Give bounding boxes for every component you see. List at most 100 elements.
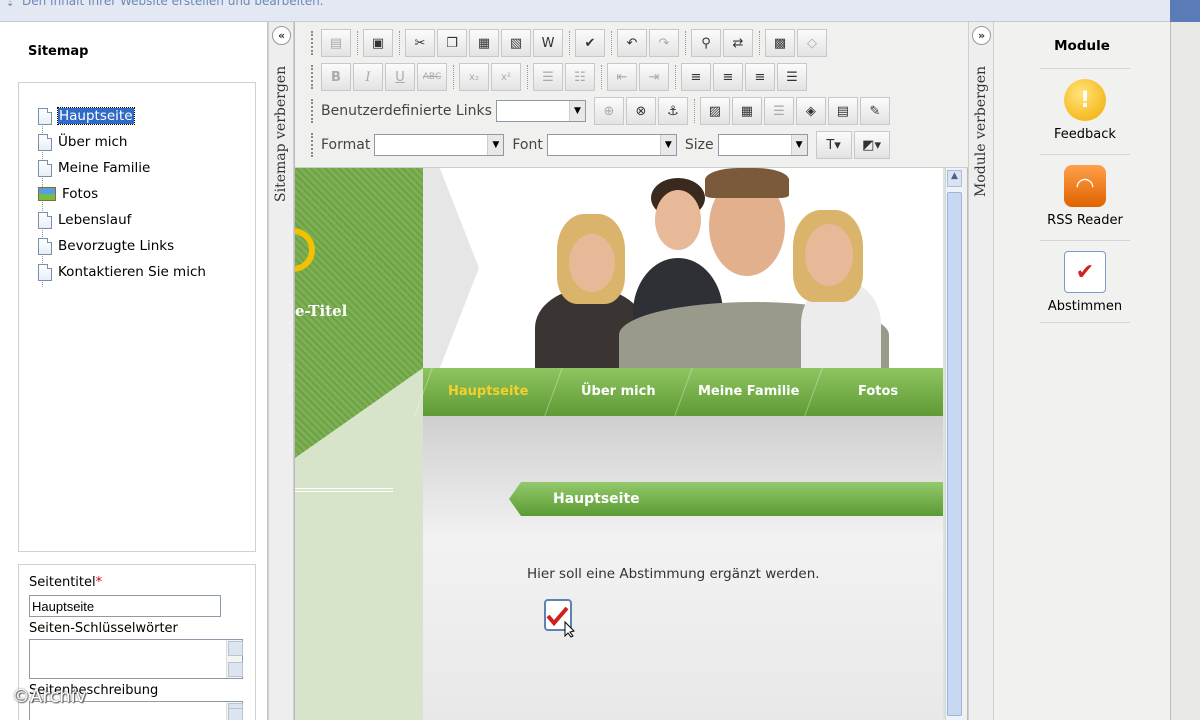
nav-item-hauptseite[interactable]: Hauptseite — [414, 368, 562, 416]
special-char-icon[interactable]: ◈ — [795, 97, 826, 125]
page-title-label-text: Seitentitel — [29, 575, 96, 590]
module-rss-reader[interactable]: ◠ RSS Reader — [1040, 154, 1130, 228]
sitemap-item-ueber-mich[interactable]: Über mich — [38, 132, 127, 152]
module-hide-label[interactable]: Module verbergen — [973, 66, 989, 226]
find-icon[interactable]: ⚲ — [691, 29, 721, 57]
spellcheck-icon[interactable]: ✔ — [575, 29, 605, 57]
nav-item-ueber-mich[interactable]: Über mich — [544, 368, 692, 416]
form-icon[interactable]: ▤ — [827, 97, 858, 125]
nav-label: Hauptseite — [448, 384, 529, 399]
paste-plain-icon[interactable]: ▦ — [469, 29, 499, 57]
required-marker: * — [95, 575, 103, 590]
link-icon[interactable]: ⊕ — [593, 97, 624, 125]
site-main-area: Hauptseite Hier soll eine Abstimmung erg… — [423, 416, 943, 720]
sitemap-item-fotos[interactable]: Fotos — [38, 184, 98, 204]
module-label: RSS Reader — [1047, 213, 1123, 228]
toolbar-separator — [601, 65, 603, 89]
ordered-list-icon[interactable]: ☰ — [533, 63, 563, 91]
anchor-icon[interactable]: ⚓ — [657, 97, 688, 125]
module-label: Abstimmen — [1047, 299, 1123, 314]
sitemap-collapse-bar[interactable]: « Sitemap verbergen — [268, 22, 294, 720]
strikethrough-icon[interactable]: ABC — [417, 63, 447, 91]
sitemap-panel: Sitemap Hauptseite Über mich Meine Famil… — [0, 22, 268, 720]
toolbar-separator — [569, 31, 571, 55]
toolbar-separator — [399, 31, 401, 55]
sitemap-item-hauptseite[interactable]: Hauptseite — [38, 106, 135, 126]
collapse-left-icon[interactable]: « — [272, 26, 291, 45]
keywords-textarea[interactable] — [29, 639, 243, 679]
description-scrollbar[interactable] — [226, 702, 243, 720]
nav-item-fotos[interactable]: Fotos — [804, 368, 952, 416]
text-color-icon[interactable]: T▾ — [815, 131, 852, 159]
toolbar-row-1: ▤ ▣ ✂ ❐ ▦ ▧ W ✔ ↶ ↷ ⚲ ⇄ ▩ ◇ — [311, 28, 829, 58]
paste-text-icon[interactable]: ▧ — [501, 29, 531, 57]
info-icon: ⇣ — [6, 0, 15, 9]
vote-icon[interactable] — [543, 598, 577, 638]
vote-icon: ✔ — [1064, 251, 1106, 293]
undo-icon[interactable]: ↶ — [617, 29, 647, 57]
page-icon — [38, 133, 52, 151]
collapse-right-icon[interactable]: » — [972, 26, 991, 45]
sitemap-item-bevorzugte-links[interactable]: Bevorzugte Links — [38, 236, 174, 256]
rss-icon: ◠ — [1064, 165, 1106, 207]
editor-content-area[interactable]: e-Titel Hauptseite Über mich Meine Famil… — [295, 168, 953, 720]
size-select[interactable]: ▼ — [717, 134, 808, 156]
sitemap-item-meine-familie[interactable]: Meine Familie — [38, 158, 150, 178]
page-icon — [38, 107, 52, 125]
indent-icon[interactable]: ⇥ — [639, 63, 669, 91]
rule-icon[interactable]: ☰ — [763, 97, 794, 125]
module-abstimmen[interactable]: ✔ Abstimmen — [1040, 240, 1130, 323]
superscript-icon[interactable]: x² — [491, 63, 521, 91]
align-justify-icon[interactable]: ☰ — [777, 63, 807, 91]
redo-icon[interactable]: ↷ — [649, 29, 679, 57]
template-icon[interactable]: ✎ — [859, 97, 890, 125]
replace-icon[interactable]: ⇄ — [723, 29, 753, 57]
align-center-icon[interactable]: ≡ — [713, 63, 743, 91]
nav-item-meine-familie[interactable]: Meine Familie — [674, 368, 822, 416]
format-select[interactable]: ▼ — [374, 134, 505, 156]
sitemap-hide-label[interactable]: Sitemap verbergen — [273, 66, 289, 226]
module-collapse-bar[interactable]: » Module verbergen — [968, 22, 994, 720]
content-heading-bar: Hauptseite — [509, 482, 943, 516]
background-color-icon[interactable]: ◩▾ — [853, 131, 890, 159]
sitemap-item-label: Kontaktieren Sie mich — [58, 264, 206, 280]
header-chevron — [423, 168, 479, 368]
header-photo — [423, 168, 943, 368]
subscript-icon[interactable]: x₂ — [459, 63, 489, 91]
image-icon — [38, 187, 56, 201]
align-left-icon[interactable]: ≡ — [681, 63, 711, 91]
page-icon — [38, 263, 52, 281]
cut-icon[interactable]: ✂ — [405, 29, 435, 57]
scroll-up-icon[interactable]: ▲ — [947, 170, 962, 187]
table-icon[interactable]: ▦ — [731, 97, 762, 125]
italic-icon[interactable]: I — [353, 63, 383, 91]
person-face — [655, 190, 701, 250]
paste-icon[interactable]: ▤ — [321, 29, 351, 57]
keywords-scrollbar[interactable] — [226, 640, 243, 678]
paste-word-icon[interactable]: W — [533, 29, 563, 57]
save-icon[interactable]: ▣ — [363, 29, 393, 57]
eraser-icon[interactable]: ◇ — [797, 29, 827, 57]
unlink-icon[interactable]: ⊗ — [625, 97, 656, 125]
align-right-icon[interactable]: ≡ — [745, 63, 775, 91]
underline-icon[interactable]: U — [385, 63, 415, 91]
scroll-thumb[interactable] — [947, 192, 962, 716]
font-select[interactable]: ▼ — [546, 134, 677, 156]
sitemap-item-kontaktieren[interactable]: Kontaktieren Sie mich — [38, 262, 206, 282]
sitemap-item-lebenslauf[interactable]: Lebenslauf — [38, 210, 131, 230]
custom-links-select[interactable]: ▼ — [495, 100, 586, 122]
sitemap-item-label: Lebenslauf — [58, 212, 132, 228]
sitemap-item-label: Bevorzugte Links — [58, 238, 175, 254]
toolbar-separator — [357, 31, 359, 55]
unordered-list-icon[interactable]: ☷ — [565, 63, 595, 91]
site-left-column: e-Titel — [295, 168, 423, 720]
bold-icon[interactable]: B — [321, 63, 351, 91]
copy-icon[interactable]: ❐ — [437, 29, 467, 57]
top-hint-text: Den Inhalt Ihrer Website erstellen und b… — [22, 0, 324, 8]
select-all-icon[interactable]: ▩ — [765, 29, 795, 57]
insert-image-icon[interactable]: ▨ — [699, 97, 730, 125]
outdent-icon[interactable]: ⇤ — [607, 63, 637, 91]
editor-scrollbar[interactable]: ▲ — [945, 168, 963, 720]
module-feedback[interactable]: ! Feedback — [1040, 68, 1130, 142]
page-title-input[interactable] — [29, 595, 221, 617]
